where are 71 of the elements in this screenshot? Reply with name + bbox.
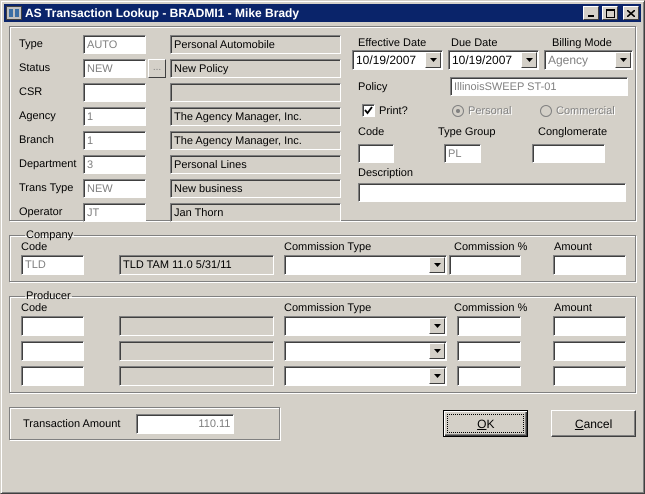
lookup-button[interactable]: ... <box>148 58 166 78</box>
window-title: AS Transaction Lookup - BRADMI1 - Mike Brady <box>25 6 300 20</box>
maximize-button[interactable] <box>602 6 618 20</box>
field-label: Effective Date <box>357 37 426 49</box>
group-title: Producer <box>25 290 72 302</box>
code-field[interactable] <box>358 144 394 163</box>
commission-percent-field[interactable] <box>457 341 521 361</box>
field-label: Code <box>358 126 384 138</box>
field-label: Policy <box>358 80 388 92</box>
transaction-amount-field[interactable]: 110.11 <box>136 414 234 434</box>
field-label: Description <box>358 167 414 179</box>
radio-label: Personal <box>468 104 512 116</box>
commission-percent-field[interactable] <box>449 255 521 275</box>
description-field: Personal Automobile <box>170 34 341 54</box>
field-label: Trans Type <box>19 182 74 194</box>
code-field[interactable] <box>532 144 605 163</box>
field-label: Operator <box>19 206 64 218</box>
code-field[interactable] <box>21 316 84 336</box>
maximize-icon <box>606 8 614 18</box>
column-header: Commission Type <box>284 302 372 314</box>
group-title: Company <box>25 229 74 241</box>
close-button[interactable] <box>623 6 639 20</box>
field-label: Type Group <box>438 126 496 138</box>
column-header: Commission % <box>454 241 528 253</box>
minimize-button[interactable] <box>583 6 599 20</box>
print-checkbox[interactable] <box>362 104 375 117</box>
field-label: Due Date <box>450 37 498 49</box>
column-header: Amount <box>554 241 592 253</box>
date-dropdown[interactable]: 10/19/2007 <box>448 50 539 70</box>
description-field[interactable] <box>358 183 626 202</box>
commission-type-dropdown[interactable] <box>284 316 447 336</box>
code-field[interactable] <box>21 366 84 386</box>
commission-type-dropdown[interactable] <box>284 366 447 386</box>
description-field: Personal Lines <box>170 154 341 174</box>
cancel-button[interactable]: Cancel <box>551 410 636 437</box>
checkbox-label: Print? <box>379 104 408 116</box>
amount-field[interactable] <box>553 366 626 386</box>
field-label: Status <box>19 62 52 74</box>
amount-field[interactable] <box>553 316 626 336</box>
code-field[interactable] <box>83 82 146 102</box>
close-icon <box>627 10 635 16</box>
description-field: Jan Thorn <box>170 202 341 222</box>
amount-field[interactable] <box>553 341 626 361</box>
description-field: New business <box>170 178 341 198</box>
column-header: Code <box>21 302 48 314</box>
description-field: The Agency Manager, Inc. <box>170 130 341 150</box>
commission-type-dropdown[interactable] <box>284 255 447 275</box>
ok-button[interactable]: OK <box>443 410 528 437</box>
name-field: TLD TAM 11.0 5/31/11 <box>119 255 274 275</box>
field-label: Conglomerate <box>538 126 608 138</box>
description-field: The Agency Manager, Inc. <box>170 106 341 126</box>
field-label: Department <box>19 158 78 170</box>
field-label: Type <box>19 38 44 50</box>
description-field: New Policy <box>170 58 341 78</box>
column-header: Amount <box>554 302 592 314</box>
code-field[interactable] <box>21 341 84 361</box>
field-label: Branch <box>19 134 55 146</box>
amount-field[interactable] <box>553 255 626 275</box>
field-label: CSR <box>19 86 44 98</box>
column-header: Commission Type <box>284 241 372 253</box>
app-icon <box>6 6 22 20</box>
commission-percent-field[interactable] <box>457 316 521 336</box>
commission-type-dropdown[interactable] <box>284 341 447 361</box>
date-dropdown[interactable]: 10/19/2007 <box>352 50 443 70</box>
field-label: Transaction Amount <box>23 418 120 430</box>
radio-label: Commercial <box>556 104 615 116</box>
column-header: Commission % <box>454 302 528 314</box>
field-label: Billing Mode <box>551 37 612 49</box>
commission-percent-field[interactable] <box>457 366 521 386</box>
column-header: Code <box>21 241 48 253</box>
field-label: Agency <box>19 110 57 122</box>
